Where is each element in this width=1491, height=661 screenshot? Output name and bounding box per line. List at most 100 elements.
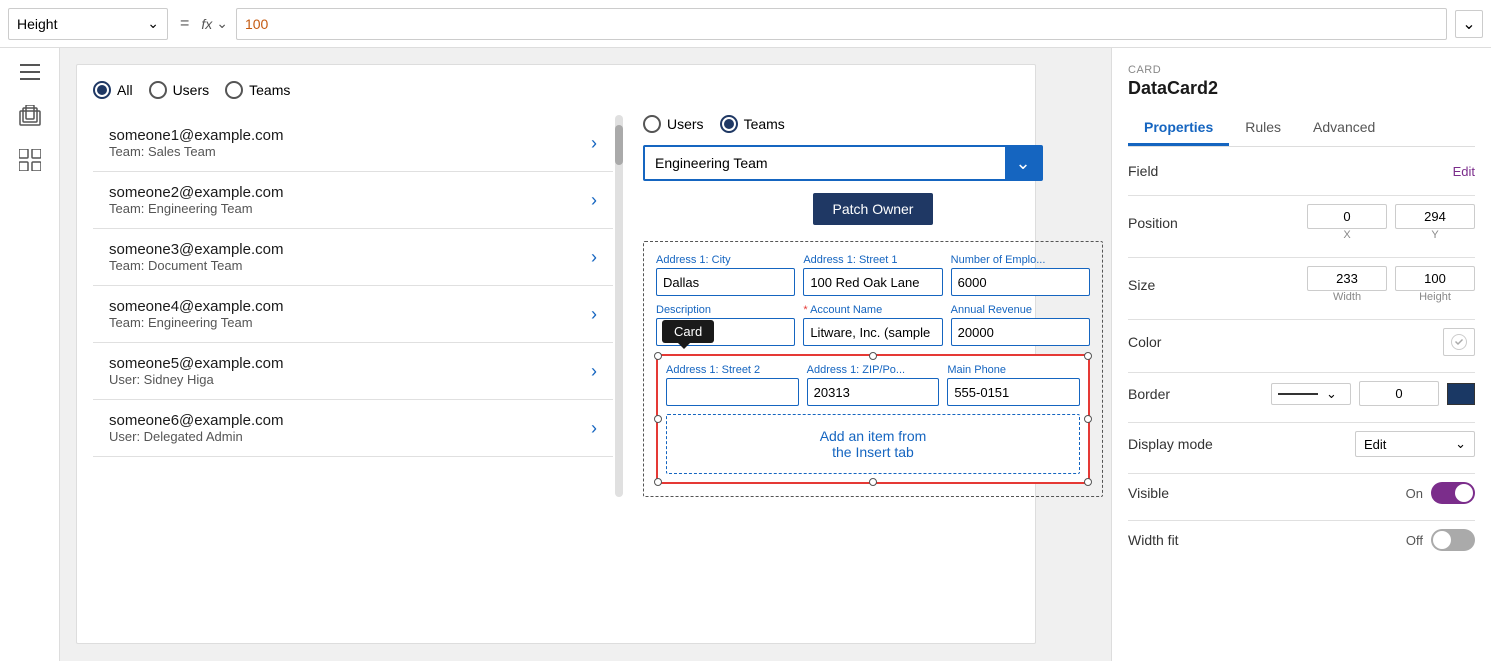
owner-radio-users-label: Users (667, 116, 704, 132)
resize-handle-tl[interactable] (654, 352, 662, 360)
radio-users[interactable]: Users (149, 81, 210, 99)
contact-item[interactable]: someone2@example.com Team: Engineering T… (93, 172, 613, 229)
color-label: Color (1128, 334, 1161, 350)
resize-handle-bm[interactable] (869, 478, 877, 486)
size-label: Size (1128, 277, 1155, 293)
field-input-city[interactable] (656, 268, 795, 296)
width-label: Width (1333, 291, 1361, 303)
radio-teams[interactable]: Teams (225, 81, 290, 99)
owner-radio-group: Users Teams (643, 115, 1103, 133)
field-input-revenue[interactable] (951, 318, 1090, 346)
tab-rules[interactable]: Rules (1229, 111, 1297, 146)
top-bar: Height ⌄ = fx ⌄ 100 ⌄ (0, 0, 1491, 48)
border-width-input[interactable] (1359, 381, 1439, 406)
fx-button[interactable]: fx ⌄ (201, 15, 228, 32)
field-label-zip: Address 1: ZIP/Po... (807, 364, 940, 376)
height-label: Height (1419, 291, 1451, 303)
formula-value: 100 (245, 16, 268, 32)
x-axis-label: X (1343, 229, 1350, 241)
sidebar-menu-icon[interactable] (18, 60, 42, 84)
color-picker-button[interactable] (1443, 328, 1475, 356)
field-edit-link[interactable]: Edit (1453, 164, 1475, 179)
chevron-right-icon: › (591, 361, 597, 382)
height-property-label: Height (17, 16, 57, 32)
radio-teams-label: Teams (249, 82, 290, 98)
contact-name: someone1@example.com (109, 127, 283, 144)
resize-handle-mr[interactable] (1084, 415, 1092, 423)
size-width-input[interactable] (1307, 266, 1387, 291)
resize-handle-ml[interactable] (654, 415, 662, 423)
y-axis-label: Y (1431, 229, 1438, 241)
contact-team: Team: Document Team (109, 258, 283, 273)
size-height-input[interactable] (1395, 266, 1475, 291)
team-dropdown-value: Engineering Team (655, 155, 768, 171)
form-field-street2: Address 1: Street 2 (666, 364, 799, 406)
width-fit-toggle[interactable] (1431, 529, 1475, 551)
scroll-thumb (615, 125, 623, 165)
contact-item[interactable]: someone5@example.com User: Sidney Higa › (93, 343, 613, 400)
sidebar-grid-icon[interactable] (18, 148, 42, 172)
resize-handle-tm[interactable] (869, 352, 877, 360)
position-values: X Y (1307, 204, 1475, 241)
width-fit-toggle-group: Off (1406, 529, 1475, 551)
app-canvas: All Users Teams so (76, 64, 1036, 644)
chevron-right-icon: › (591, 418, 597, 439)
field-input-zip[interactable] (807, 378, 940, 406)
tab-properties[interactable]: Properties (1128, 111, 1229, 146)
contact-info: someone3@example.com Team: Document Team (109, 241, 283, 273)
visible-toggle[interactable] (1431, 482, 1475, 504)
owner-radio-users[interactable]: Users (643, 115, 704, 133)
resize-handle-br[interactable] (1084, 478, 1092, 486)
radio-teams-circle (225, 81, 243, 99)
sidebar-layers-icon[interactable] (18, 104, 42, 128)
team-dropdown[interactable]: Engineering Team ⌄ (643, 145, 1043, 181)
field-label-street1: Address 1: Street 1 (803, 254, 942, 266)
radio-all[interactable]: All (93, 81, 133, 99)
scroll-bar[interactable] (615, 115, 623, 497)
field-input-account[interactable] (803, 318, 942, 346)
form-grid-row3: Address 1: Street 2 Address 1: ZIP/Po...… (666, 364, 1080, 406)
field-label-street2: Address 1: Street 2 (666, 364, 799, 376)
owner-radio-teams-circle (720, 115, 738, 133)
resize-handle-tr[interactable] (1084, 352, 1092, 360)
height-property-select[interactable]: Height ⌄ (8, 8, 168, 40)
contact-item[interactable]: someone1@example.com Team: Sales Team › (93, 115, 613, 172)
pos-x-pair: X (1307, 204, 1387, 241)
equals-sign: = (176, 15, 193, 33)
contact-item[interactable]: someone3@example.com Team: Document Team… (93, 229, 613, 286)
formula-dropdown-button[interactable]: ⌄ (1455, 10, 1483, 38)
resize-handle-bl[interactable] (654, 478, 662, 486)
contact-list: someone1@example.com Team: Sales Team › … (93, 115, 613, 497)
field-input-phone[interactable] (947, 378, 1080, 406)
owner-radio-teams[interactable]: Teams (720, 115, 785, 133)
panel-tabs: Properties Rules Advanced (1128, 111, 1475, 147)
field-label-phone: Main Phone (947, 364, 1080, 376)
width-fit-row: Width fit Off (1128, 529, 1475, 551)
field-input-street2[interactable] (666, 378, 799, 406)
radio-all-label: All (117, 82, 133, 98)
position-label: Position (1128, 215, 1178, 231)
formula-bar[interactable]: 100 (236, 8, 1447, 40)
contact-item[interactable]: someone4@example.com Team: Engineering T… (93, 286, 613, 343)
display-mode-select[interactable]: Edit ⌄ (1355, 431, 1475, 457)
field-input-employees[interactable] (951, 268, 1090, 296)
field-label-description: Description (656, 304, 795, 316)
left-sidebar (0, 48, 60, 661)
chevron-right-icon: › (591, 304, 597, 325)
width-fit-label: Width fit (1128, 532, 1179, 548)
border-color-swatch[interactable] (1447, 383, 1475, 405)
tab-advanced[interactable]: Advanced (1297, 111, 1391, 146)
contact-team: User: Sidney Higa (109, 372, 283, 387)
field-input-street1[interactable] (803, 268, 942, 296)
form-field-city: Address 1: City (656, 254, 795, 296)
visible-row: Visible On (1128, 482, 1475, 504)
border-style-select[interactable]: ⌄ (1271, 383, 1351, 405)
pos-y-input[interactable] (1395, 204, 1475, 229)
pos-x-input[interactable] (1307, 204, 1387, 229)
patch-owner-button[interactable]: Patch Owner (813, 193, 934, 225)
display-mode-value: Edit (1364, 437, 1386, 452)
contact-team: User: Delegated Admin (109, 429, 283, 444)
contact-info: someone1@example.com Team: Sales Team (109, 127, 283, 159)
contact-item[interactable]: someone6@example.com User: Delegated Adm… (93, 400, 613, 457)
selected-card[interactable]: Card (656, 354, 1090, 484)
